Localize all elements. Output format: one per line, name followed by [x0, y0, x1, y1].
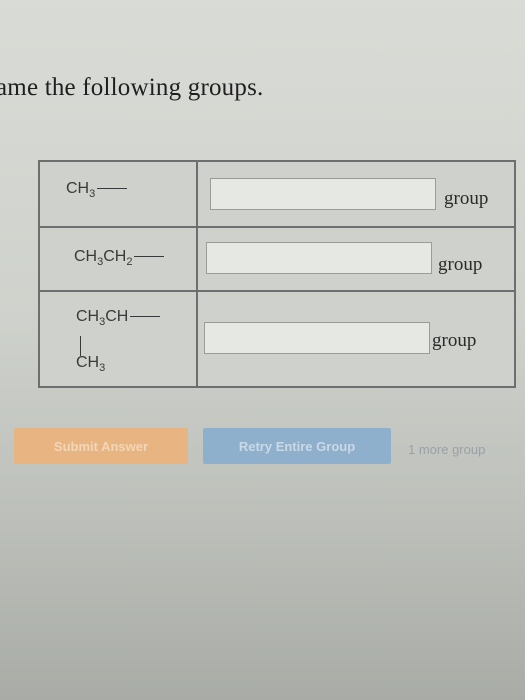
formula-cell: CH3CH2	[40, 228, 198, 290]
formula-cell: CH3CH CH3	[40, 292, 198, 388]
answer-input-3[interactable]	[204, 322, 430, 354]
more-groups-text: 1 more group	[408, 442, 486, 457]
retry-entire-group-button[interactable]: Retry Entire Group	[203, 428, 391, 464]
submit-answer-button[interactable]: Submit Answer	[14, 428, 188, 464]
question-prompt: ame the following groups.	[0, 74, 264, 101]
table-row: CH3 group	[40, 162, 514, 228]
groups-table: CH3 group CH3CH2 group CH3CH CH3 group	[38, 160, 516, 388]
table-row: CH3CH CH3 group	[40, 292, 514, 388]
branch-bond	[80, 336, 81, 356]
formula-cell: CH3	[40, 162, 198, 226]
formula-branch: CH3	[76, 354, 106, 374]
formula-methyl: CH3	[66, 180, 128, 200]
answer-input-2[interactable]	[206, 242, 432, 274]
table-row: CH3CH2 group	[40, 228, 514, 292]
group-suffix-2: group	[438, 254, 483, 275]
group-suffix-3: group	[432, 330, 477, 351]
answer-input-1[interactable]	[210, 178, 436, 210]
formula-isopropyl: CH3CH	[76, 308, 161, 328]
formula-ethyl: CH3CH2	[74, 248, 165, 268]
group-suffix-1: group	[444, 188, 489, 209]
